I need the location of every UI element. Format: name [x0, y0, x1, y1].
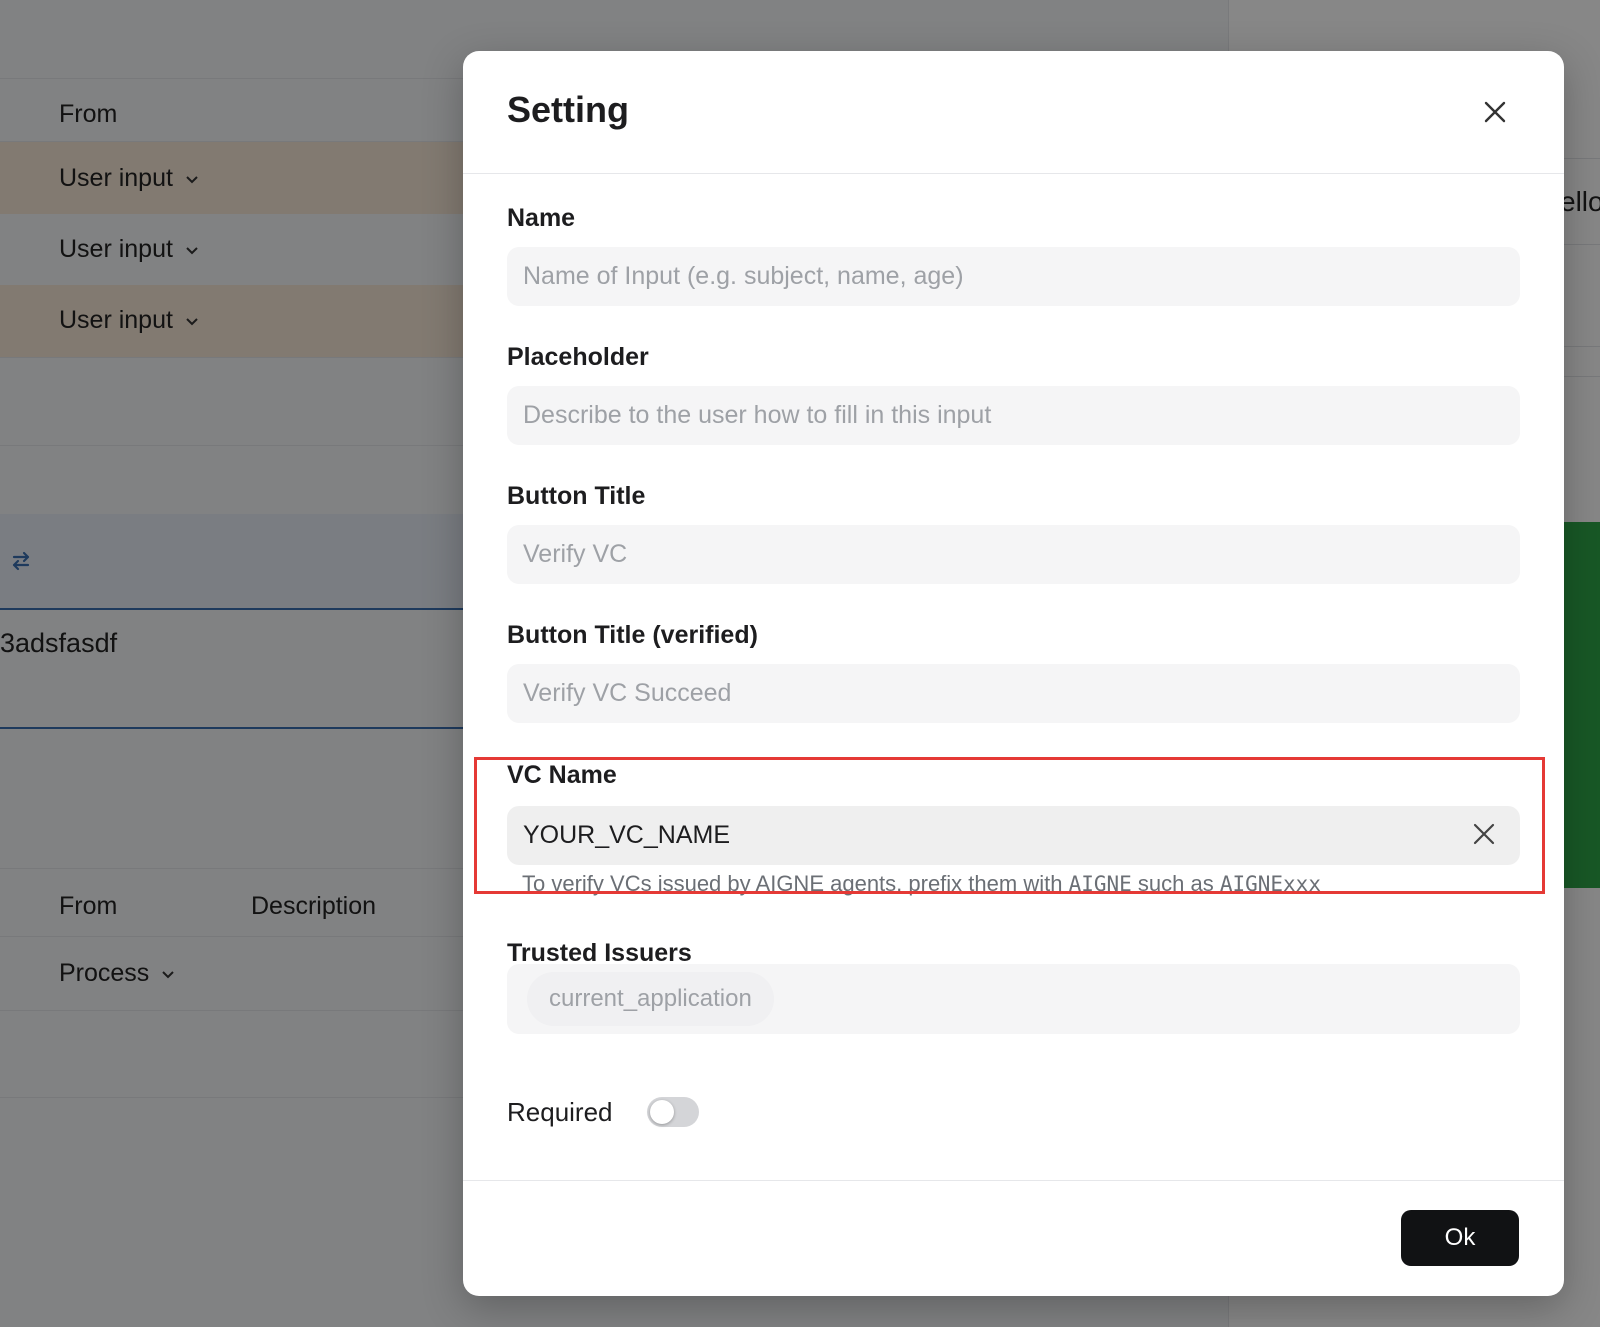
button-title-input[interactable] — [507, 525, 1520, 584]
required-toggle[interactable] — [647, 1097, 699, 1127]
vc-name-helper-text: To verify VCs issued by AIGNE agents, pr… — [522, 871, 1321, 896]
clear-button[interactable] — [1469, 819, 1499, 849]
dialog-header: Setting — [463, 51, 1564, 174]
vc-name-label: VC Name — [507, 761, 617, 789]
required-label: Required — [507, 1097, 613, 1127]
ok-button[interactable]: Ok — [1401, 1210, 1519, 1266]
name-input[interactable] — [507, 247, 1520, 306]
toggle-knob — [650, 1100, 674, 1124]
trusted-issuers-input[interactable]: current_application — [507, 964, 1520, 1034]
button-title-verified-input[interactable] — [507, 664, 1520, 723]
button-title-verified-label: Button Title (verified) — [507, 621, 758, 649]
close-icon — [1484, 101, 1506, 123]
vc-name-input[interactable] — [507, 806, 1520, 865]
button-title-label: Button Title — [507, 482, 646, 510]
placeholder-label: Placeholder — [507, 343, 649, 371]
footer-divider — [463, 1180, 1564, 1181]
issuer-chip[interactable]: current_application — [527, 972, 774, 1026]
name-label: Name — [507, 204, 576, 232]
close-button[interactable] — [1478, 95, 1512, 129]
close-icon — [1473, 823, 1495, 845]
dialog-title: Setting — [507, 89, 629, 130]
placeholder-input[interactable] — [507, 386, 1520, 445]
setting-dialog: Setting Name Placeholder Button Title Bu… — [463, 51, 1564, 1296]
